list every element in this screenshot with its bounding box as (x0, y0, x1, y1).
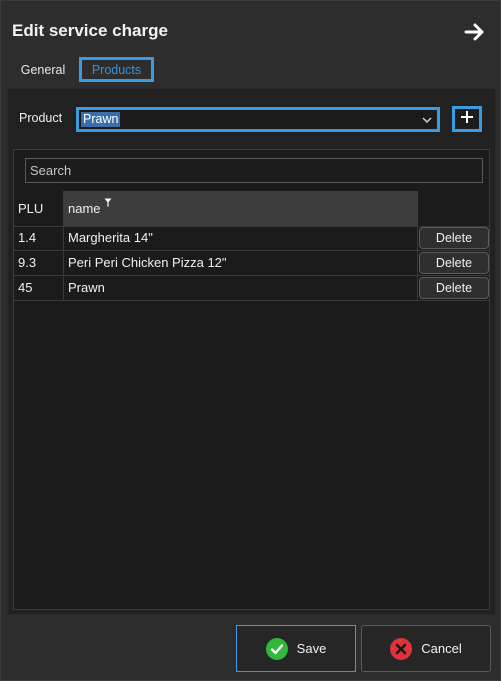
name-cell: Margherita 14" (64, 226, 418, 250)
save-label: Save (296, 641, 327, 656)
name-cell: Peri Peri Chicken Pizza 12" (64, 251, 418, 275)
cancel-label: Cancel (421, 641, 462, 656)
close-circle-icon (390, 637, 413, 660)
table-row: 45 Prawn Delete (14, 276, 489, 301)
product-select[interactable]: Prawn (76, 107, 440, 132)
chevron-down-icon (421, 113, 433, 131)
plu-cell: 45 (14, 276, 64, 300)
grid-rows: 1.4 Margherita 14" Delete 9.3 Peri Peri … (14, 226, 489, 301)
plu-cell: 9.3 (14, 251, 64, 275)
column-header-name[interactable]: name (64, 191, 418, 226)
delete-button[interactable]: Delete (419, 227, 489, 249)
column-header-plu[interactable]: PLU (14, 191, 64, 226)
save-button[interactable]: Save (236, 625, 356, 672)
products-grid: PLU name 1.4 Margherita 14" Delete 9 (13, 149, 490, 610)
arrow-right-icon[interactable] (460, 18, 490, 46)
plu-cell: 1.4 (14, 226, 64, 250)
table-row: 9.3 Peri Peri Chicken Pizza 12" Delete (14, 251, 489, 276)
product-label: Product (19, 111, 63, 125)
plus-icon (460, 110, 474, 129)
dialog-title: Edit service charge (12, 21, 168, 40)
add-product-button[interactable] (452, 106, 482, 132)
products-panel: Product Prawn PLU name (7, 88, 496, 615)
product-selected-value: Prawn (81, 112, 121, 127)
tab-general[interactable]: General (12, 57, 74, 82)
tab-products[interactable]: Products (79, 57, 154, 82)
delete-button[interactable]: Delete (419, 252, 489, 274)
name-cell: Prawn (64, 276, 418, 300)
cancel-button[interactable]: Cancel (361, 625, 491, 672)
check-circle-icon (265, 637, 288, 660)
delete-button[interactable]: Delete (419, 277, 489, 299)
table-row: 1.4 Margherita 14" Delete (14, 226, 489, 251)
filter-icon[interactable] (104, 196, 112, 211)
search-input[interactable] (25, 158, 483, 183)
edit-service-charge-dialog: Edit service charge General Products Pro… (0, 0, 501, 681)
